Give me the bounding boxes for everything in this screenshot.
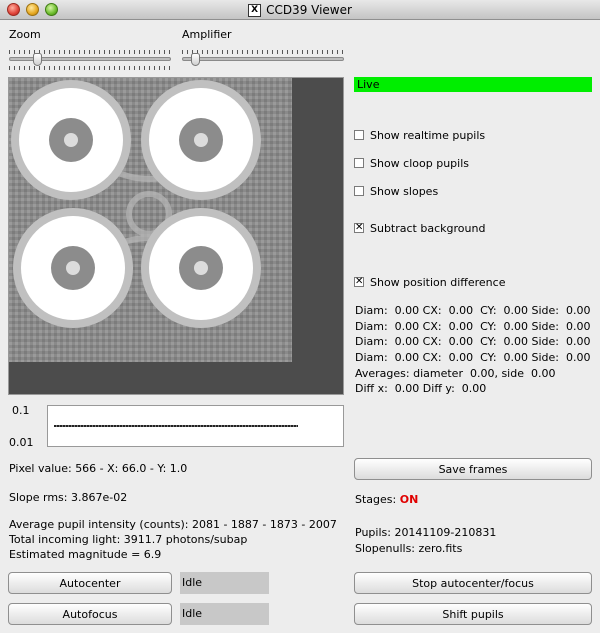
estimated-magnitude-text: Estimated magnitude = 6.9 xyxy=(9,548,162,561)
zoom-slider-thumb[interactable] xyxy=(33,53,42,66)
show-slopes-checkbox[interactable]: Show slopes xyxy=(354,185,438,199)
pupils-text: Pupils: 20141109-210831 xyxy=(355,526,497,539)
amplifier-slider[interactable] xyxy=(182,57,344,61)
pupil-bottom-left xyxy=(13,208,133,328)
checkbox-box[interactable] xyxy=(354,186,364,196)
incoming-light-text: Total incoming light: 3911.7 photons/sub… xyxy=(9,533,248,546)
shift-pupils-button[interactable]: Shift pupils xyxy=(354,603,592,625)
checkbox-label: Show cloop pupils xyxy=(370,157,469,170)
stop-autocenter-focus-button[interactable]: Stop autocenter/focus xyxy=(354,572,592,594)
autocenter-status: Idle xyxy=(180,572,269,594)
window-title-wrap: X CCD39 Viewer xyxy=(0,3,600,17)
live-status-bar: Live xyxy=(354,77,592,92)
autofocus-button[interactable]: Autofocus xyxy=(8,603,172,625)
checkbox-label: Show realtime pupils xyxy=(370,129,486,142)
checkbox-box[interactable] xyxy=(354,158,364,168)
averages-text: Averages: diameter 0.00, side 0.00 xyxy=(355,367,556,380)
ccd-frame-image xyxy=(9,78,292,362)
pupil-stat-row: Diam: 0.00 CX: 0.00 CY: 0.00 Side: 0.00 xyxy=(355,335,591,348)
plot-ytick-bottom: 0.01 xyxy=(9,436,34,449)
checkbox-label: Subtract background xyxy=(370,222,486,235)
zoom-slider-ticks-bottom xyxy=(9,66,171,70)
checkbox-box[interactable] xyxy=(354,130,364,140)
autofocus-status: Idle xyxy=(180,603,269,625)
subtract-background-checkbox[interactable]: Subtract background xyxy=(354,222,485,236)
checkbox-label: Show slopes xyxy=(370,185,439,198)
pupil-intensity-text: Average pupil intensity (counts): 2081 -… xyxy=(9,518,337,531)
show-position-difference-checkbox[interactable]: Show position difference xyxy=(354,276,505,290)
pupil-top-right xyxy=(141,80,261,200)
ccd-image-viewer[interactable] xyxy=(8,77,344,395)
show-cloop-pupils-checkbox[interactable]: Show cloop pupils xyxy=(354,157,469,171)
plot-ytick-top: 0.1 xyxy=(12,404,30,417)
checkbox-box-checked[interactable] xyxy=(354,222,364,234)
amplifier-slider-ticks xyxy=(182,50,344,54)
stages-value: ON xyxy=(399,493,419,506)
stages-label: Stages: xyxy=(355,493,397,506)
amplifier-slider-thumb[interactable] xyxy=(191,53,200,66)
window-title: CCD39 Viewer xyxy=(266,3,352,17)
pixel-value-text: Pixel value: 566 - X: 66.0 - Y: 1.0 xyxy=(9,462,188,475)
slope-plot-line xyxy=(54,425,298,427)
pupil-stat-row: Diam: 0.00 CX: 0.00 CY: 0.00 Side: 0.00 xyxy=(355,351,591,364)
slope-rms-text: Slope rms: 3.867e-02 xyxy=(9,491,128,504)
title-bar: X CCD39 Viewer xyxy=(0,0,600,20)
autocenter-button[interactable]: Autocenter xyxy=(8,572,172,594)
diff-text: Diff x: 0.00 Diff y: 0.00 xyxy=(355,382,487,395)
checkbox-label: Show position difference xyxy=(370,276,506,289)
amplifier-label: Amplifier xyxy=(182,28,232,41)
slopenulls-text: Slopenulls: zero.fits xyxy=(355,542,463,555)
zoom-label: Zoom xyxy=(9,28,41,41)
pupil-top-left xyxy=(11,80,131,200)
pupil-bottom-right xyxy=(141,208,261,328)
show-realtime-pupils-checkbox[interactable]: Show realtime pupils xyxy=(354,129,485,143)
x11-logo-icon: X xyxy=(248,4,262,17)
pupil-stat-row: Diam: 0.00 CX: 0.00 CY: 0.00 Side: 0.00 xyxy=(355,304,591,317)
pupil-stat-row: Diam: 0.00 CX: 0.00 CY: 0.00 Side: 0.00 xyxy=(355,320,591,333)
save-frames-button[interactable]: Save frames xyxy=(354,458,592,480)
checkbox-box-checked[interactable] xyxy=(354,276,364,288)
slope-plot xyxy=(47,405,344,447)
stages-status: Stages: ON xyxy=(355,493,418,506)
